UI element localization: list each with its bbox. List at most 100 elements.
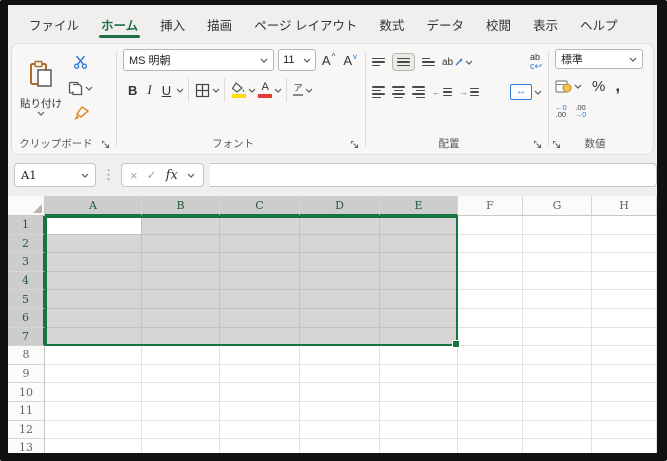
cell-E1[interactable] (380, 216, 458, 235)
cell-C3[interactable] (220, 253, 300, 272)
number-dialog-launcher[interactable] (551, 139, 562, 150)
select-all-button[interactable] (8, 196, 45, 216)
tab-挿入[interactable]: 挿入 (149, 5, 196, 43)
cell-A5[interactable] (45, 290, 142, 309)
paste-dropdown-icon[interactable] (37, 111, 45, 116)
cell-A6[interactable] (45, 309, 142, 328)
cell-E2[interactable] (380, 234, 458, 254)
name-box[interactable]: A1 (14, 163, 96, 187)
decrease-indent-button[interactable]: ← (432, 87, 452, 97)
tab-ヘルプ[interactable]: ヘルプ (569, 5, 629, 43)
row-header-6[interactable]: 6 (8, 309, 45, 328)
cell-E10[interactable] (380, 383, 458, 402)
cell-F2[interactable] (458, 234, 523, 254)
row-header-8[interactable]: 8 (8, 346, 45, 365)
cell-B3[interactable] (142, 253, 220, 272)
cell-C12[interactable] (220, 420, 300, 440)
cell-C9[interactable] (220, 364, 300, 384)
cell-C5[interactable] (220, 290, 300, 309)
paste-button[interactable]: 貼り付け (18, 49, 64, 125)
cell-F8[interactable] (458, 346, 523, 365)
cell-A12[interactable] (45, 420, 142, 440)
cell-B5[interactable] (142, 290, 220, 309)
tab-ホーム[interactable]: ホーム (90, 5, 149, 43)
cell-A10[interactable] (45, 383, 142, 402)
column-header-H[interactable]: H (592, 196, 657, 216)
cancel-button[interactable]: × (130, 168, 138, 183)
fill-handle[interactable] (452, 340, 460, 349)
cell-C8[interactable] (220, 346, 300, 365)
cell-E4[interactable] (380, 271, 458, 291)
cell-E9[interactable] (380, 364, 458, 384)
cell-H9[interactable] (592, 364, 657, 384)
font-name-combo[interactable]: MS 明朝 (123, 49, 275, 71)
cell-A9[interactable] (45, 364, 142, 384)
cell-H11[interactable] (592, 402, 657, 421)
column-header-B[interactable]: B (142, 196, 220, 216)
cell-A8[interactable] (45, 346, 142, 365)
align-left-button[interactable] (372, 86, 385, 98)
cell-G12[interactable] (523, 420, 592, 440)
increase-decimal-button[interactable]: ←0 .00 (555, 103, 567, 119)
increase-font-size-button[interactable]: A ^ (320, 52, 337, 68)
column-header-F[interactable]: F (458, 196, 523, 216)
cell-A4[interactable] (45, 271, 142, 291)
fx-dropdown-icon[interactable] (187, 173, 195, 178)
cell-E5[interactable] (380, 290, 458, 309)
cell-G6[interactable] (523, 309, 592, 328)
format-painter-button[interactable] (68, 103, 93, 125)
cell-G5[interactable] (523, 290, 592, 309)
font-color-button[interactable]: A (256, 82, 274, 98)
cell-C7[interactable] (220, 327, 300, 347)
cell-C4[interactable] (220, 271, 300, 291)
row-header-5[interactable]: 5 (8, 290, 45, 309)
percent-style-button[interactable]: % (592, 78, 605, 95)
cell-B9[interactable] (142, 364, 220, 384)
cell-H10[interactable] (592, 383, 657, 402)
name-box-dropdown-icon[interactable] (81, 173, 89, 178)
cell-A3[interactable] (45, 253, 142, 272)
cell-C2[interactable] (220, 234, 300, 254)
cell-G7[interactable] (523, 327, 592, 347)
cell-C1[interactable] (220, 216, 300, 235)
merge-center-button[interactable]: ↔ (510, 84, 542, 100)
insert-function-button[interactable]: fx (166, 168, 178, 183)
cell-B10[interactable] (142, 383, 220, 402)
cell-H1[interactable] (592, 216, 657, 235)
orientation-button[interactable]: ab (442, 57, 473, 68)
bold-button[interactable]: B (123, 82, 142, 99)
cell-A2[interactable] (45, 234, 142, 254)
cell-G4[interactable] (523, 271, 592, 291)
cell-B2[interactable] (142, 234, 220, 254)
cell-C13[interactable] (220, 439, 300, 453)
tab-表示[interactable]: 表示 (522, 5, 569, 43)
align-middle-button[interactable] (392, 52, 415, 72)
cell-D10[interactable] (300, 383, 380, 402)
cell-B7[interactable] (142, 327, 220, 347)
row-header-13[interactable]: 13 (8, 439, 45, 453)
orientation-dropdown-icon[interactable] (465, 60, 473, 65)
row-header-4[interactable]: 4 (8, 271, 45, 291)
phonetic-guide-button[interactable]: ア (291, 84, 305, 96)
italic-button[interactable]: I (142, 81, 156, 99)
cell-C11[interactable] (220, 402, 300, 421)
cell-B6[interactable] (142, 309, 220, 328)
cell-H13[interactable] (592, 439, 657, 453)
enter-button[interactable]: ✓ (147, 168, 157, 182)
align-bottom-button[interactable] (422, 57, 435, 67)
tab-データ[interactable]: データ (415, 5, 475, 43)
cut-button[interactable] (68, 51, 93, 73)
align-right-button[interactable] (412, 86, 425, 98)
cell-G2[interactable] (523, 234, 592, 254)
font-color-dropdown-icon[interactable] (274, 88, 282, 93)
cell-E3[interactable] (380, 253, 458, 272)
cell-F5[interactable] (458, 290, 523, 309)
cell-H8[interactable] (592, 346, 657, 365)
copy-dropdown-icon[interactable] (85, 86, 93, 91)
cell-A11[interactable] (45, 402, 142, 421)
cell-D6[interactable] (300, 309, 380, 328)
formula-input[interactable] (209, 163, 657, 187)
tab-数式[interactable]: 数式 (368, 5, 415, 43)
cell-H12[interactable] (592, 420, 657, 440)
cell-E13[interactable] (380, 439, 458, 453)
